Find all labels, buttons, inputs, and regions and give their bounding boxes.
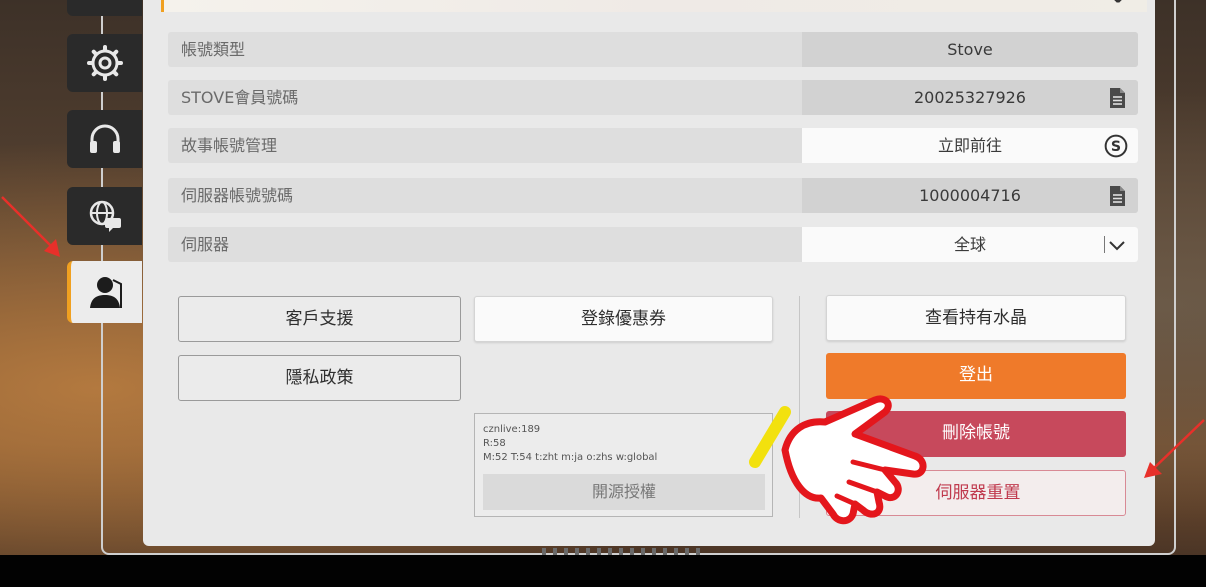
row-label: 伺服器 <box>181 235 230 254</box>
row-label: 故事帳號管理 <box>181 136 278 155</box>
pointing-hand-icon <box>749 395 927 525</box>
headset-icon <box>89 124 120 153</box>
info-line-1: cznlive:189 <box>483 424 541 435</box>
copy-icon[interactable] <box>1107 87 1127 109</box>
left-arrow-annotation <box>1 196 60 257</box>
row-server: 伺服器 全球 <box>168 227 1138 262</box>
account-type-value: Stove <box>802 32 1138 67</box>
tab-account[interactable] <box>67 261 142 323</box>
tab-icon-partial <box>83 0 127 13</box>
user-icon <box>89 277 122 308</box>
chevron-down-icon <box>1109 241 1125 251</box>
info-line-2: R:58 <box>483 438 506 449</box>
register-coupon-button[interactable]: 登錄優惠券 <box>474 296 773 342</box>
copy-icon[interactable] <box>1107 185 1127 207</box>
goto-now-button[interactable]: 立即前往 S <box>802 128 1138 163</box>
value-text: 全球 <box>953 235 986 254</box>
value-text: Stove <box>947 40 993 59</box>
select-separator <box>1104 236 1105 253</box>
value-text: 20025327926 <box>914 88 1026 107</box>
member-no-value: 20025327926 <box>802 80 1138 115</box>
tab-language[interactable] <box>67 187 142 245</box>
tab-settings[interactable] <box>67 34 142 92</box>
customer-support-button[interactable]: 客戶支援 <box>178 296 461 342</box>
value-text: 1000004716 <box>919 186 1021 205</box>
version-info-box: cznlive:189 R:58 M:52 T:54 t:zht m:ja o:… <box>474 413 773 517</box>
value-text: 立即前往 <box>937 136 1002 155</box>
info-line-3: M:52 T:54 t:zht m:ja o:zhs w:global <box>483 452 658 463</box>
server-account-no-value: 1000004716 <box>802 178 1138 213</box>
row-story-account: 故事帳號管理 立即前往 S <box>168 128 1138 163</box>
row-label: STOVE會員號碼 <box>181 88 299 107</box>
row-account-type: 帳號類型 Stove <box>168 32 1138 67</box>
gear-icon <box>86 45 123 81</box>
bottom-bar <box>0 555 1206 587</box>
tab-top-partial[interactable] <box>67 0 142 16</box>
right-arrow-annotation <box>1144 419 1205 478</box>
row-label: 伺服器帳號號碼 <box>181 186 294 205</box>
row-server-account-no: 伺服器帳號號碼 1000004716 <box>168 178 1138 213</box>
view-crystal-button[interactable]: 查看持有水晶 <box>826 295 1126 341</box>
bottom-decoration <box>542 548 702 555</box>
open-source-license-button[interactable]: 開源授權 <box>483 474 765 510</box>
close-icon[interactable] <box>1104 0 1130 6</box>
privacy-policy-button[interactable]: 隱私政策 <box>178 355 461 401</box>
svg-text:S: S <box>1111 139 1121 155</box>
stove-s-icon: S <box>1104 134 1128 158</box>
globe-chat-icon <box>89 200 121 232</box>
row-stove-member-no: STOVE會員號碼 20025327926 <box>168 80 1138 115</box>
row-label: 帳號類型 <box>181 40 246 59</box>
panel-header <box>161 0 1147 12</box>
tab-support[interactable] <box>67 110 142 168</box>
server-select[interactable]: 全球 <box>802 227 1138 262</box>
